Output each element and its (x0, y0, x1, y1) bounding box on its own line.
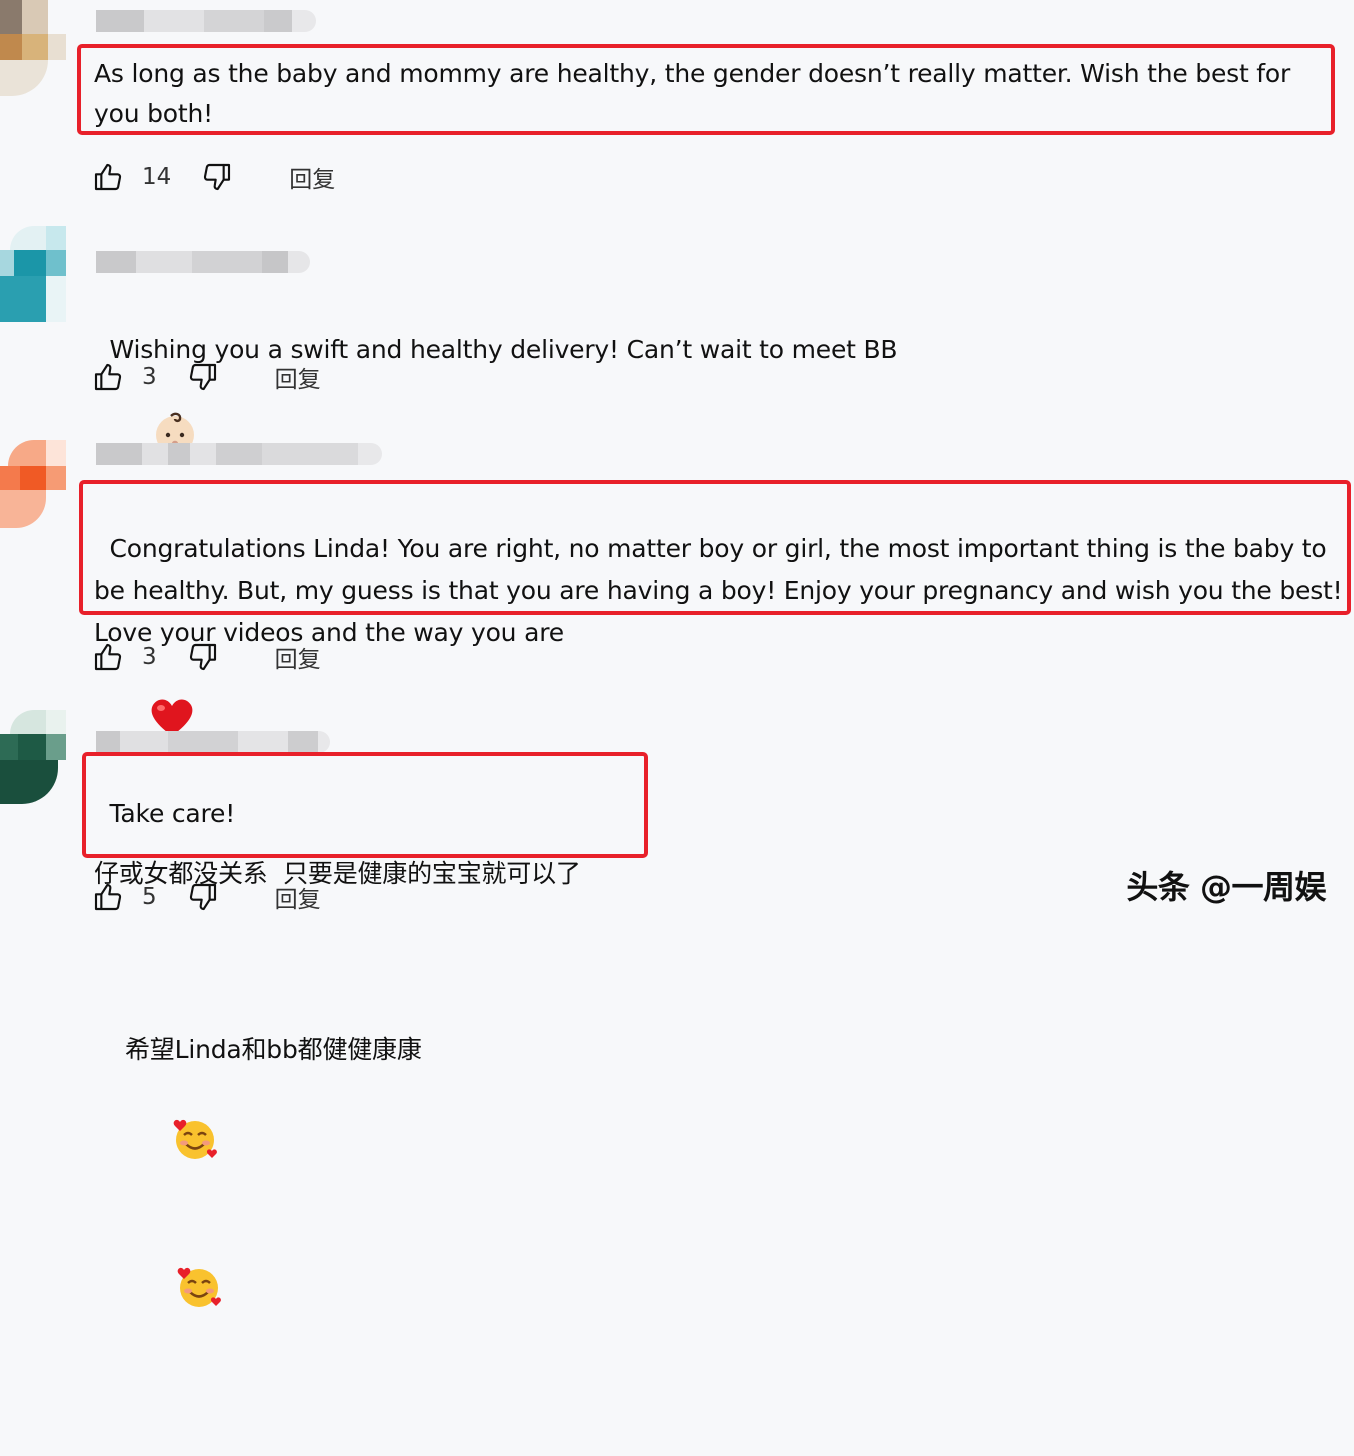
like-count: 5 (142, 884, 157, 910)
thumbs-down-icon[interactable] (187, 641, 219, 673)
comment-actions: 3 回复 (92, 360, 321, 394)
like-count: 14 (142, 164, 172, 190)
thumbs-down-icon[interactable] (201, 161, 233, 193)
avatar[interactable] (0, 440, 66, 536)
blurred-username (96, 731, 330, 753)
smiling-face-with-hearts-emoji (129, 1220, 223, 1368)
thumbs-up-icon[interactable] (92, 361, 124, 393)
avatar[interactable] (0, 226, 66, 322)
avatar[interactable] (0, 0, 66, 96)
reply-button[interactable]: 回复 (275, 640, 321, 674)
comment-line: 希望Linda和bb都健健康康 (125, 1035, 422, 1064)
blurred-username (96, 251, 310, 273)
smiling-face-with-hearts-emoji (125, 1072, 219, 1220)
like-count: 3 (142, 644, 157, 670)
comment-text-body: Congratulations Linda! You are right, no… (94, 534, 1351, 647)
reply-button[interactable]: 回复 (289, 160, 335, 194)
reply-button[interactable]: 回复 (275, 360, 321, 394)
avatar[interactable] (0, 710, 66, 806)
comment-actions: 14 回复 (92, 160, 335, 194)
thumbs-up-icon[interactable] (92, 641, 124, 673)
blurred-username (96, 443, 382, 465)
comment-text: 仔或女都没关系 只要是健康的宝宝就可以了 希望Linda和bb都健健康康 (94, 764, 654, 1456)
comment-line-with-emoji: 希望Linda和bb都健健康康 (94, 984, 654, 1412)
blurred-username (96, 10, 316, 32)
comment-text: As long as the baby and mommy are health… (94, 59, 1298, 128)
thumbs-up-icon[interactable] (92, 881, 124, 913)
comment-actions: 5 回复 (92, 880, 321, 914)
thumbs-down-icon[interactable] (187, 361, 219, 393)
comment-actions: 3 回复 (92, 640, 321, 674)
like-count: 3 (142, 364, 157, 390)
thumbs-up-icon[interactable] (92, 161, 124, 193)
comment-text: Wishing you a swift and healthy delivery… (94, 290, 1334, 508)
reply-button[interactable]: 回复 (275, 880, 321, 914)
thumbs-down-icon[interactable] (187, 881, 219, 913)
watermark: 头条 @一周娱 (1126, 868, 1326, 906)
